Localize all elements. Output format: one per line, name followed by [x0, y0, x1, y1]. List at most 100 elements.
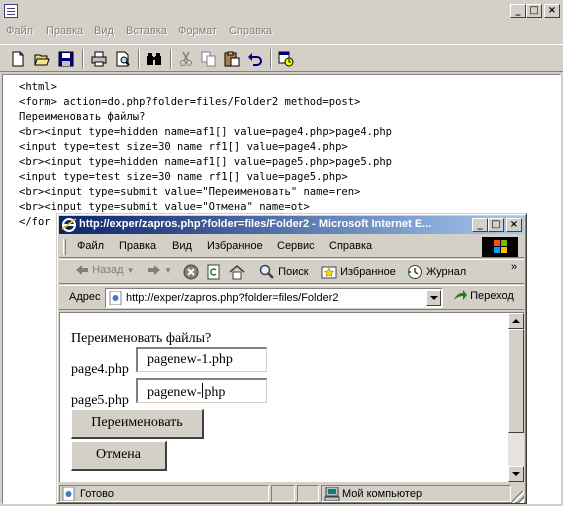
search-button[interactable]: Поиск — [259, 264, 309, 280]
my-computer-icon — [324, 487, 340, 501]
paste-icon[interactable] — [221, 48, 243, 70]
code-line: <br><input type=submit value="Отмена" na… — [19, 201, 310, 213]
menu-insert[interactable]: Вставка — [126, 25, 167, 37]
ie-window-title: http://exper/zapros.php?folder=files/Fol… — [79, 218, 432, 230]
rename-input-page5-value-after: php — [204, 385, 226, 400]
new-icon[interactable] — [7, 48, 29, 70]
cancel-button[interactable]: Отмена — [71, 441, 167, 471]
stop-icon[interactable] — [183, 264, 199, 280]
ie-window: http://exper/zapros.php?folder=files/Fol… — [56, 213, 527, 504]
zone-text: Мой компьютер — [342, 488, 423, 500]
copy-icon[interactable] — [198, 48, 220, 70]
code-line: <input type=test size=30 name rf1[] valu… — [19, 171, 348, 183]
ie-status-bar: Готово Мой компьютер — [59, 484, 524, 503]
address-label: Адрес — [69, 291, 101, 303]
minimize-button[interactable]: _ — [510, 4, 526, 18]
go-button[interactable]: Переход — [453, 290, 514, 302]
ie-menu-edit[interactable]: Правка — [119, 240, 156, 252]
rename-input-page5[interactable]: pagenew-php — [136, 378, 267, 403]
search-label: Поиск — [278, 265, 309, 278]
code-line: <br><input type=submit value="Переименов… — [19, 186, 361, 198]
search-icon — [259, 264, 274, 279]
ie-menu-file[interactable]: Файл — [77, 240, 104, 252]
page-heading: Переименовать файлы? — [71, 331, 212, 346]
home-icon[interactable] — [229, 264, 245, 280]
toolbar-more-button[interactable]: » — [511, 261, 517, 273]
favorites-label: Избранное — [340, 265, 396, 278]
cut-icon[interactable] — [175, 48, 197, 70]
back-dropdown-icon[interactable]: ▼ — [127, 266, 135, 275]
insert-datetime-icon[interactable] — [275, 48, 297, 70]
ie-address-bar: Адрес http://exper/zapros.php?folder=fil… — [59, 285, 524, 310]
favorites-button[interactable]: Избранное — [321, 264, 396, 280]
vertical-scrollbar[interactable] — [508, 313, 524, 482]
forward-dropdown-icon[interactable]: ▼ — [164, 266, 172, 275]
open-icon[interactable] — [31, 48, 53, 70]
print-icon[interactable] — [88, 48, 110, 70]
editor-toolbar — [0, 44, 563, 72]
rename-input-page5-value-before: pagenew- — [147, 385, 202, 400]
page-done-icon — [62, 487, 75, 501]
ie-page-content: Переименовать файлы? page4.php pagenew-1… — [59, 312, 524, 482]
ie-logo-icon — [61, 218, 77, 232]
forward-button[interactable]: ▼ — [147, 264, 172, 276]
menu-format[interactable]: Формат — [178, 25, 217, 37]
editor-menubar: Файл Правка Вид Вставка Формат Справка — [0, 22, 563, 42]
toolbar-grip[interactable] — [63, 239, 66, 255]
status-pane-security — [297, 485, 319, 502]
status-pane-zone: Мой компьютер — [321, 485, 511, 502]
refresh-icon[interactable] — [206, 264, 222, 280]
close-button[interactable]: × — [544, 4, 560, 18]
find-icon[interactable] — [143, 48, 165, 70]
status-pane-main: Готово — [59, 485, 269, 502]
code-line: <br><input type=hidden name=af1[] value=… — [19, 126, 392, 138]
address-dropdown-button[interactable] — [426, 290, 441, 306]
back-arrow-icon — [76, 265, 88, 276]
history-label: Журнал — [426, 265, 467, 278]
windows-logo-icon — [482, 237, 518, 257]
menu-view[interactable]: Вид — [94, 25, 114, 37]
ie-navbar: Назад ▼ ▼ Поиск Избранное Журнал » — [59, 259, 524, 284]
undo-icon[interactable] — [244, 48, 266, 70]
scroll-down-button[interactable] — [508, 466, 524, 482]
rename-input-page4[interactable]: pagenew-1.php — [136, 347, 267, 372]
code-line: Переименовать файлы? — [19, 111, 146, 123]
ie-maximize-button[interactable]: □ — [488, 218, 504, 232]
editor-app-icon[interactable] — [4, 4, 18, 18]
code-line: <br><input type=hidden name=af1[] value=… — [19, 156, 392, 168]
code-line: </for — [19, 216, 51, 228]
ie-titlebar[interactable]: http://exper/zapros.php?folder=files/Fol… — [59, 216, 524, 234]
status-pane-progress — [271, 485, 295, 502]
forward-arrow-icon — [148, 265, 160, 276]
back-button[interactable]: Назад ▼ — [75, 264, 135, 276]
ie-menu-view[interactable]: Вид — [172, 240, 192, 252]
address-value: http://exper/zapros.php?folder=files/Fol… — [126, 292, 339, 304]
code-line: <input type=test size=30 name rf1[] valu… — [19, 141, 348, 153]
file-label-page5: page5.php — [71, 393, 129, 408]
rename-input-page4-value: pagenew-1.php — [147, 352, 233, 367]
go-arrow-icon — [454, 290, 467, 301]
scroll-thumb[interactable] — [508, 329, 524, 433]
code-line: <html> — [19, 81, 57, 93]
menu-help[interactable]: Справка — [229, 25, 272, 37]
ie-menu-help[interactable]: Справка — [329, 240, 372, 252]
menu-edit[interactable]: Правка — [46, 25, 83, 37]
scroll-up-button[interactable] — [508, 313, 524, 329]
ie-minimize-button[interactable]: _ — [472, 218, 488, 232]
menu-file[interactable]: Файл — [6, 25, 33, 37]
ie-close-button[interactable]: × — [506, 218, 522, 232]
resize-grip[interactable] — [512, 491, 524, 503]
ie-menu-favorites[interactable]: Избранное — [207, 240, 263, 252]
back-label: Назад — [92, 264, 124, 276]
print-preview-icon[interactable] — [112, 48, 134, 70]
ie-menubar: Файл Правка Вид Избранное Сервис Справка — [59, 236, 524, 258]
history-icon — [408, 265, 422, 279]
ie-menu-tools[interactable]: Сервис — [277, 240, 315, 252]
history-button[interactable]: Журнал — [407, 264, 466, 280]
file-label-page4: page4.php — [71, 362, 129, 377]
address-input[interactable]: http://exper/zapros.php?folder=files/Fol… — [105, 288, 443, 308]
maximize-button[interactable]: □ — [526, 4, 542, 18]
rename-button[interactable]: Переименовать — [71, 409, 204, 439]
save-icon[interactable] — [55, 48, 77, 70]
favorites-icon — [321, 266, 337, 279]
